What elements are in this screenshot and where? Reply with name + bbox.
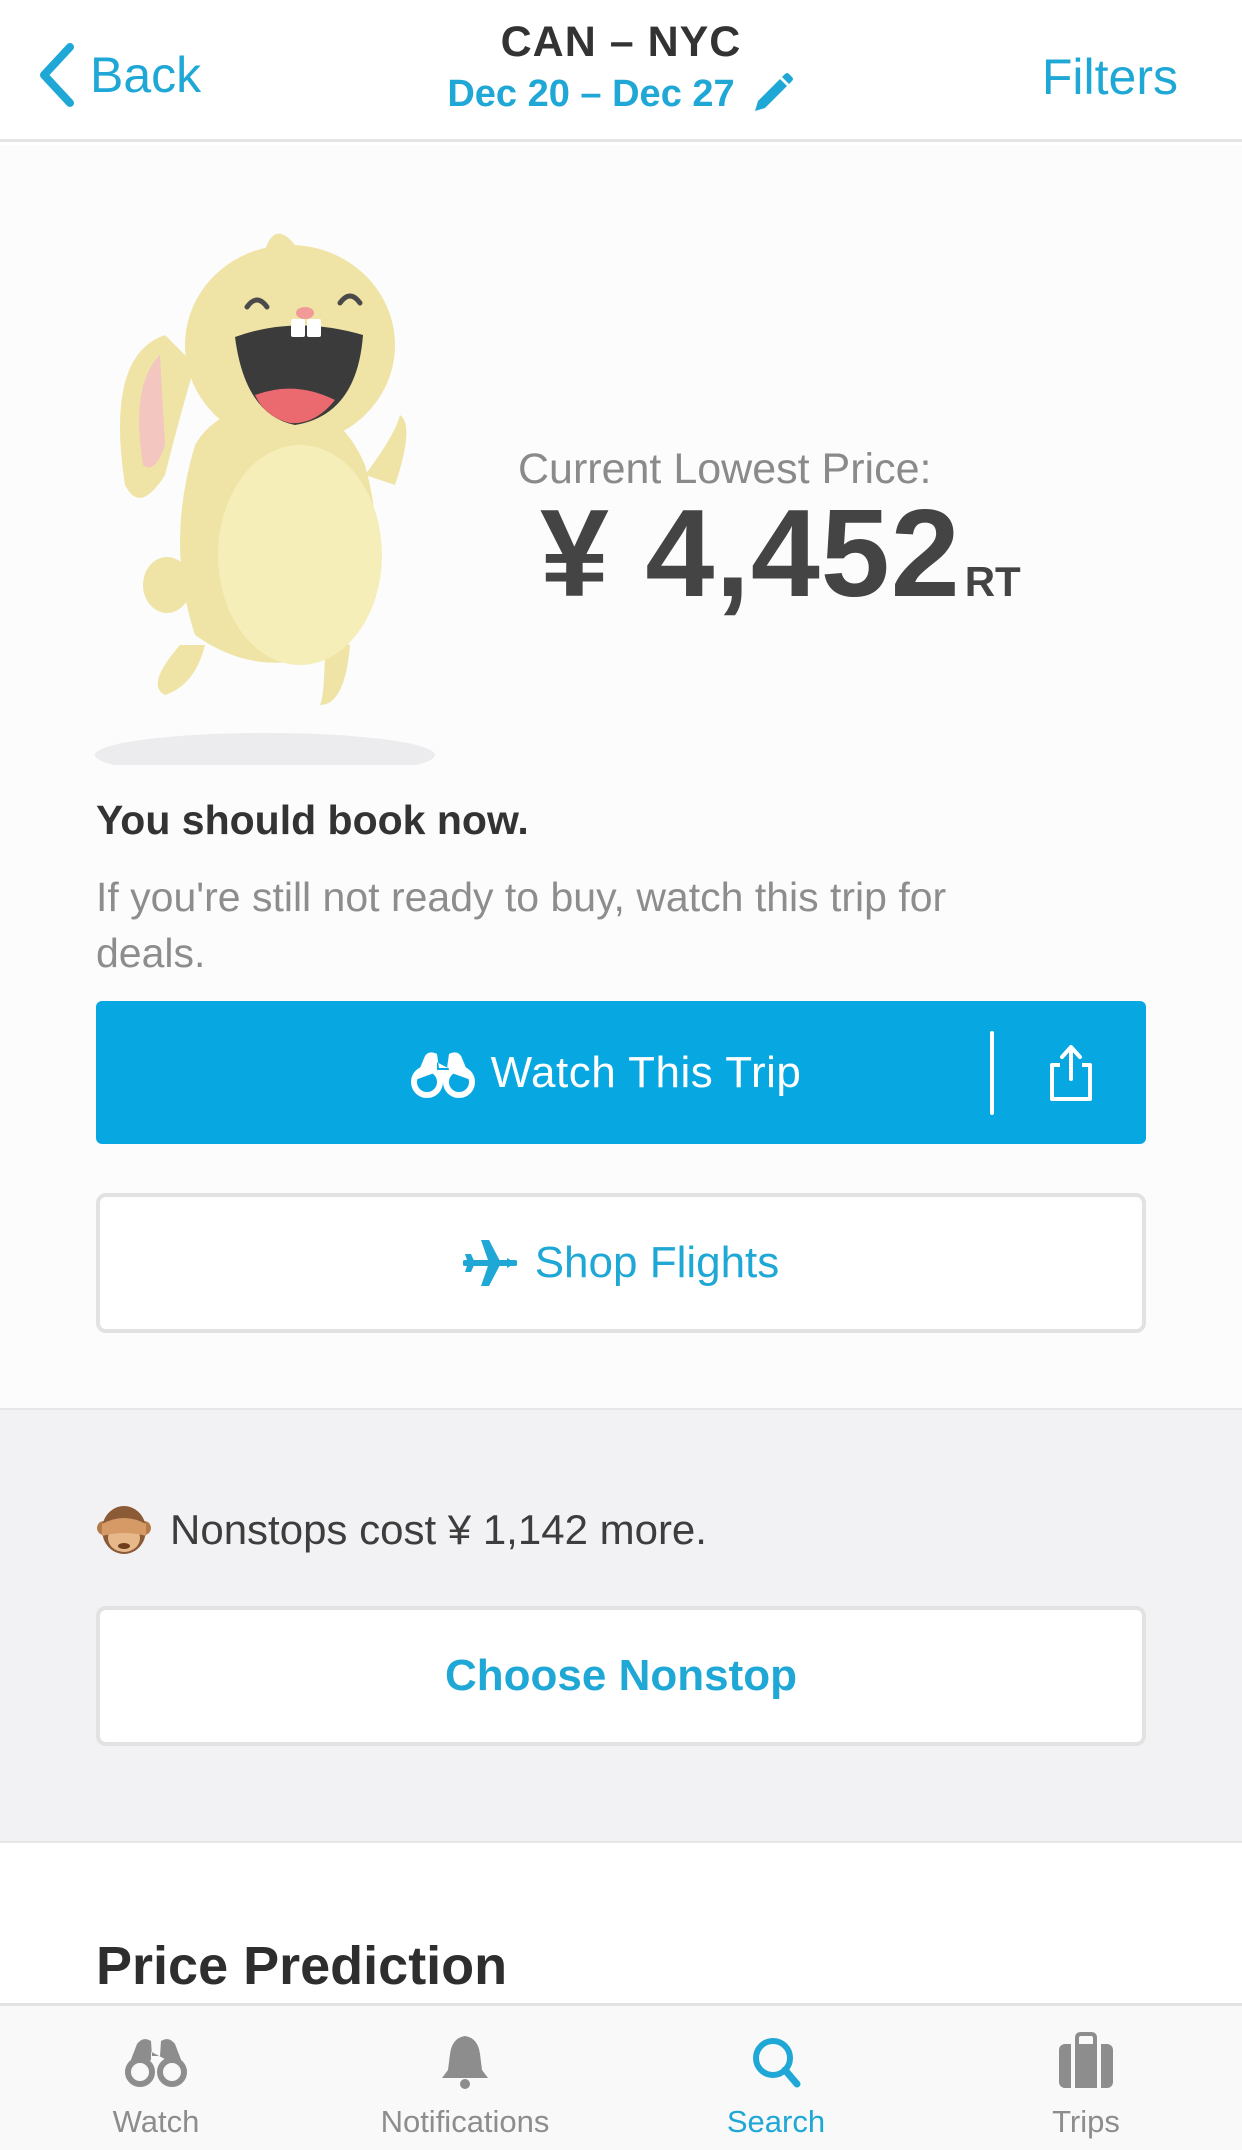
edit-dates-button[interactable]: Dec 20 – Dec 27 [447, 71, 794, 117]
tab-search[interactable]: Search [656, 2006, 896, 2150]
price-suffix: RT [964, 558, 1021, 605]
suitcase-icon [1059, 2032, 1113, 2088]
nonstop-section: Nonstops cost ¥ 1,142 more. Choose Nonst… [0, 1408, 1242, 1843]
tab-trips[interactable]: Trips [966, 2006, 1206, 2150]
advice-subtitle: If you're still not ready to buy, watch … [96, 874, 947, 976]
tab-notifications-label: Notifications [380, 2104, 550, 2139]
filters-button[interactable]: Filters [1042, 48, 1178, 106]
tab-search-label: Search [726, 2104, 826, 2139]
advice-title: You should book now. [96, 797, 529, 843]
bell-icon [442, 2036, 488, 2089]
choose-nonstop-label: Choose Nonstop [445, 1651, 797, 1700]
pencil-icon [754, 73, 793, 111]
nonstop-cost-text: Nonstops cost ¥ 1,142 more. [170, 1506, 707, 1553]
trip-dates: Dec 20 – Dec 27 [447, 72, 735, 115]
choose-nonstop-button[interactable]: Choose Nonstop [96, 1606, 1146, 1746]
bunny-mascot-illustration [95, 233, 435, 765]
airplane-icon [462, 1240, 517, 1286]
watch-trip-content: Watch This Trip [96, 1001, 976, 1144]
search-icon [753, 2038, 801, 2088]
nav-bar: Back CAN – NYC Dec 20 – Dec 27 Filters [0, 0, 1242, 142]
tab-bar: Watch Notifications Search Trips [0, 2003, 1242, 2150]
current-lowest-price: ¥ 4,452 [540, 485, 961, 623]
nonstop-info: Nonstops cost ¥ 1,142 more. [96, 1502, 707, 1558]
tab-trips-label: Trips [1052, 2104, 1120, 2139]
button-divider [990, 1031, 994, 1115]
price-prediction-heading: Price Prediction [96, 1936, 508, 1996]
tab-watch[interactable]: Watch [36, 2006, 276, 2150]
watch-trip-button[interactable]: Watch This Trip [96, 1001, 1146, 1144]
binoculars-icon [410, 1051, 475, 1098]
see-no-evil-monkey-icon [97, 1506, 151, 1554]
shop-flights-label: Shop Flights [534, 1238, 780, 1287]
binoculars-icon [125, 2039, 187, 2087]
tab-notifications[interactable]: Notifications [345, 2006, 585, 2150]
watch-trip-label: Watch This Trip [490, 1047, 802, 1097]
share-icon[interactable] [1044, 1043, 1098, 1103]
shop-flights-button[interactable]: Shop Flights [96, 1193, 1146, 1333]
tab-watch-label: Watch [112, 2104, 200, 2139]
price-display: ¥ 4,452 RT [540, 483, 1021, 625]
hero-section: Current Lowest Price: ¥ 4,452 RT You sho… [0, 145, 1242, 1410]
